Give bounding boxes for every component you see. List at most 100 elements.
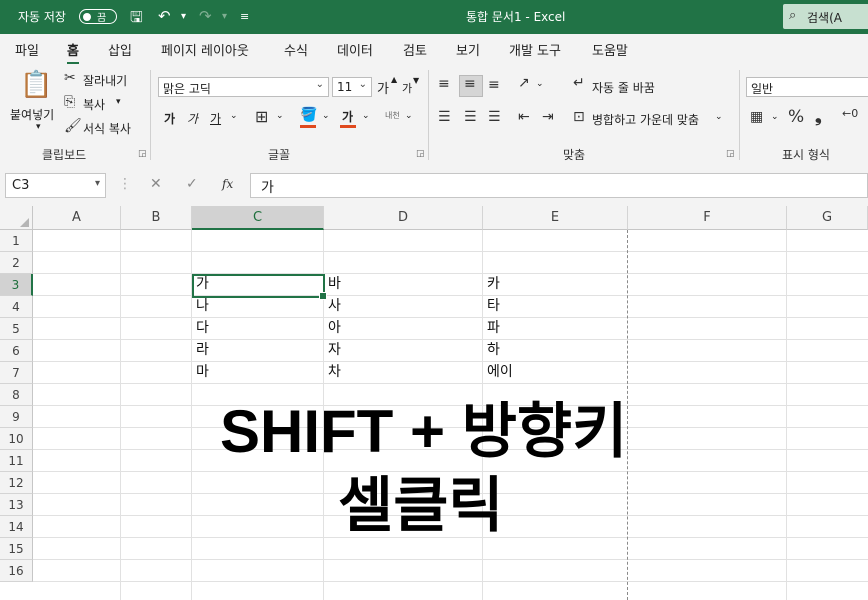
customize-toolbar-icon[interactable]: ≡ [240, 10, 249, 23]
font-size-select[interactable]: 11 ⌄ [332, 77, 372, 97]
cell-c7[interactable]: 마 [192, 362, 209, 383]
search-box[interactable]: ⌕ 검색(A [783, 4, 868, 29]
merge-center-icon[interactable]: ⊡ [573, 109, 585, 125]
tab-file[interactable]: 파일 [15, 40, 39, 59]
alignment-launcher-icon[interactable]: ◲ [726, 149, 735, 159]
shrink-font-button[interactable]: 가 [402, 80, 412, 96]
border-icon[interactable]: ⊞ [255, 107, 268, 126]
column-header-c[interactable]: C [192, 206, 324, 230]
underline-button[interactable]: 가 [210, 110, 221, 127]
row-header-2[interactable]: 2 [0, 252, 33, 274]
font-color-dropdown-icon[interactable]: ⌄ [362, 111, 370, 121]
grow-font-button[interactable]: 가 [377, 78, 389, 97]
fill-color-icon[interactable]: 🪣 [300, 107, 317, 123]
phonetic-dropdown-icon[interactable]: ⌄ [405, 111, 413, 121]
font-color-button[interactable]: 가 [342, 108, 353, 125]
paste-icon[interactable]: 📋 [20, 70, 52, 100]
paste-dropdown-icon[interactable]: ▾ [36, 122, 41, 132]
row-header-5[interactable]: 5 [0, 318, 33, 340]
insert-function-button[interactable]: fx [222, 177, 233, 191]
tab-home[interactable]: 홈 [67, 40, 79, 65]
tab-insert[interactable]: 삽입 [108, 40, 132, 59]
row-header-16[interactable]: 16 [0, 560, 33, 582]
name-box[interactable]: C3 ▾ [5, 173, 106, 198]
paste-label[interactable]: 붙여넣기 [10, 106, 54, 123]
row-header-8[interactable]: 8 [0, 384, 33, 406]
cut-icon[interactable]: ✂ [64, 70, 76, 86]
formula-input[interactable]: 가 [250, 173, 868, 198]
font-launcher-icon[interactable]: ◲ [416, 149, 425, 159]
tab-developer[interactable]: 개발 도구 [509, 40, 561, 59]
row-header-10[interactable]: 10 [0, 428, 33, 450]
orientation-dropdown-icon[interactable]: ⌄ [536, 79, 544, 89]
increase-decimal-icon[interactable]: ←0 [842, 107, 858, 120]
row-header-11[interactable]: 11 [0, 450, 33, 472]
column-header-e[interactable]: E [483, 206, 628, 230]
cell-e6[interactable]: 하 [483, 340, 500, 361]
row-header-15[interactable]: 15 [0, 538, 33, 560]
select-all-corner[interactable] [0, 206, 33, 230]
tab-help[interactable]: 도움말 [592, 40, 628, 59]
tab-data[interactable]: 데이터 [337, 40, 373, 59]
increase-indent-icon[interactable]: ⇥ [542, 109, 554, 125]
align-left-icon[interactable]: ☰ [438, 109, 451, 125]
merge-center-label[interactable]: 병합하고 가운데 맞춤 [592, 111, 699, 128]
row-header-12[interactable]: 12 [0, 472, 33, 494]
comma-style-icon[interactable]: ❟ [815, 107, 822, 127]
underline-dropdown-icon[interactable]: ⌄ [230, 111, 238, 121]
row-header-3[interactable]: 3 [0, 274, 33, 296]
worksheet-grid[interactable]: A B C D E F G 1 2 3 4 5 6 7 8 9 10 11 12… [0, 206, 868, 600]
tab-view[interactable]: 보기 [456, 40, 480, 59]
copy-dropdown-icon[interactable]: ▾ [116, 97, 121, 107]
percent-icon[interactable]: % [788, 107, 804, 127]
merge-dropdown-icon[interactable]: ⌄ [715, 112, 723, 122]
cut-label[interactable]: 잘라내기 [83, 72, 127, 89]
row-header-6[interactable]: 6 [0, 340, 33, 362]
format-painter-icon[interactable]: 🖌 [64, 118, 82, 134]
tab-formulas[interactable]: 수식 [284, 40, 308, 59]
accounting-format-icon[interactable]: ▦ [750, 109, 763, 125]
cell-d5[interactable]: 아 [324, 318, 341, 339]
row-header-9[interactable]: 9 [0, 406, 33, 428]
cell-c5[interactable]: 다 [192, 318, 209, 339]
cell-e5[interactable]: 파 [483, 318, 500, 339]
tab-review[interactable]: 검토 [403, 40, 427, 59]
column-header-a[interactable]: A [33, 206, 121, 230]
row-header-4[interactable]: 4 [0, 296, 33, 318]
italic-button[interactable]: 가 [187, 110, 198, 127]
row-header-1[interactable]: 1 [0, 230, 33, 252]
align-bottom-icon[interactable]: ≡ [488, 77, 500, 93]
wrap-text-icon[interactable]: ↵ [573, 75, 585, 91]
column-header-f[interactable]: F [628, 206, 787, 230]
fill-dropdown-icon[interactable]: ⌄ [322, 111, 330, 121]
orientation-icon[interactable]: ↗ [518, 75, 530, 91]
column-header-b[interactable]: B [121, 206, 192, 230]
cell-e3[interactable]: 카 [483, 274, 500, 295]
border-dropdown-icon[interactable]: ⌄ [276, 111, 284, 121]
active-cell-selection[interactable] [192, 274, 327, 300]
autosave-toggle[interactable]: 끔 [79, 9, 117, 24]
align-center-icon[interactable]: ☰ [464, 109, 477, 125]
accounting-dropdown-icon[interactable]: ⌄ [771, 112, 779, 122]
cell-e4[interactable]: 타 [483, 296, 500, 317]
cell-d6[interactable]: 자 [324, 340, 341, 361]
save-icon[interactable]: 🖫 [130, 7, 143, 32]
tab-page-layout[interactable]: 페이지 레이아웃 [161, 40, 249, 59]
phonetic-button[interactable]: 내천 [385, 110, 400, 121]
undo-icon[interactable]: ↶ [158, 7, 171, 25]
copy-icon[interactable]: ⎘ [64, 94, 75, 110]
cell-c4[interactable]: 나 [192, 296, 209, 317]
font-name-select[interactable]: 맑은 고딕 ⌄ [158, 77, 329, 97]
bold-button[interactable]: 가 [164, 110, 175, 127]
column-header-d[interactable]: D [324, 206, 483, 230]
wrap-text-label[interactable]: 자동 줄 바꿈 [592, 79, 655, 96]
align-top-icon[interactable]: ≡ [438, 76, 450, 92]
format-painter-label[interactable]: 서식 복사 [83, 120, 131, 137]
copy-label[interactable]: 복사 [83, 96, 105, 113]
row-header-7[interactable]: 7 [0, 362, 33, 384]
column-header-g[interactable]: G [787, 206, 868, 230]
cell-d7[interactable]: 차 [324, 362, 341, 383]
row-header-14[interactable]: 14 [0, 516, 33, 538]
cell-e7[interactable]: 에이 [483, 362, 513, 383]
number-format-select[interactable]: 일반 [746, 77, 868, 97]
